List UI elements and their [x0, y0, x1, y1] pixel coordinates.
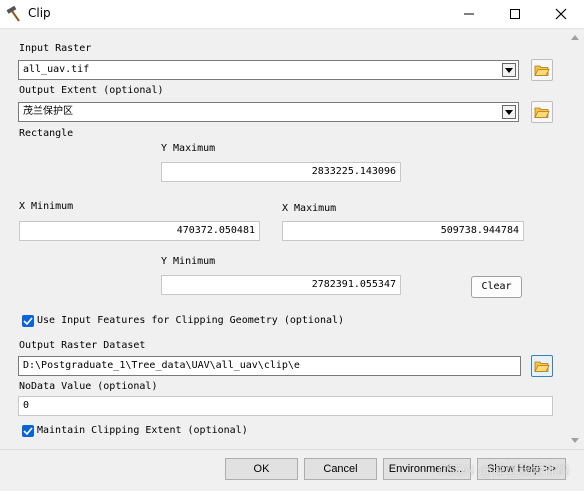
y-min-value: 2782391.055347	[311, 279, 396, 290]
folder-open-icon	[534, 361, 550, 372]
maintain-extent-label[interactable]: Maintain Clipping Extent (optional)	[37, 425, 248, 436]
use-input-features-label[interactable]: Use Input Features for Clipping Geometry…	[37, 315, 344, 326]
hammer-icon	[5, 5, 23, 23]
y-min-label: Y Minimum	[161, 256, 216, 267]
x-min-label: X Minimum	[19, 201, 74, 212]
vertical-scrollbar[interactable]	[566, 29, 584, 449]
output-extent-browse-button[interactable]	[531, 101, 553, 123]
output-extent-value: 茂兰保护区	[23, 106, 73, 117]
cancel-button[interactable]: Cancel	[304, 458, 377, 480]
title-bar: Clip	[0, 0, 584, 29]
chevron-down-icon[interactable]	[502, 105, 516, 119]
nodata-value: 0	[23, 400, 30, 411]
close-button[interactable]	[538, 0, 584, 28]
folder-open-icon	[534, 65, 550, 76]
y-max-field[interactable]: 2833225.143096	[161, 162, 401, 182]
x-max-value: 509738.944784	[440, 225, 519, 236]
output-extent-label: Output Extent (optional)	[19, 85, 164, 96]
y-max-value: 2833225.143096	[311, 166, 396, 177]
rectangle-label: Rectangle	[19, 128, 74, 139]
dialog-content: Input Raster all_uav.tif Output Extent (…	[0, 29, 584, 449]
output-raster-field[interactable]: D:\Postgraduate_1\Tree_data\UAV\all_uav\…	[18, 356, 521, 376]
window-title: Clip	[28, 6, 51, 20]
input-raster-label: Input Raster	[19, 43, 92, 54]
minimize-button[interactable]	[446, 0, 492, 28]
input-raster-value: all_uav.tif	[23, 64, 90, 75]
scroll-up-icon	[571, 35, 579, 40]
use-input-features-checkbox[interactable]	[22, 315, 34, 327]
x-max-field[interactable]: 509738.944784	[282, 221, 524, 241]
show-help-button[interactable]: Show Help >>	[477, 458, 566, 480]
y-min-field[interactable]: 2782391.055347	[161, 275, 401, 295]
input-raster-browse-button[interactable]	[531, 59, 553, 81]
chevron-down-icon[interactable]	[502, 63, 516, 77]
x-max-label: X Maximum	[282, 203, 337, 214]
maintain-extent-checkbox[interactable]	[22, 425, 34, 437]
ok-button[interactable]: OK	[225, 458, 298, 480]
checkmark-icon	[23, 317, 33, 325]
nodata-label: NoData Value (optional)	[19, 381, 158, 392]
maximize-button[interactable]	[492, 0, 538, 28]
dialog-footer: OK Cancel Environments... Show Help >> C…	[0, 449, 584, 491]
nodata-field[interactable]: 0	[18, 396, 553, 416]
clear-button[interactable]: Clear	[471, 276, 522, 298]
folder-open-icon	[534, 107, 550, 118]
checkmark-icon	[23, 427, 33, 435]
x-min-value: 470372.050481	[176, 225, 255, 236]
output-raster-label: Output Raster Dataset	[19, 340, 146, 351]
y-max-label: Y Maximum	[161, 143, 216, 154]
output-raster-browse-button[interactable]	[531, 355, 553, 377]
close-icon	[555, 8, 567, 20]
scroll-down-icon	[571, 438, 579, 443]
output-raster-value: D:\Postgraduate_1\Tree_data\UAV\all_uav\…	[23, 360, 300, 371]
environments-button[interactable]: Environments...	[383, 458, 471, 480]
x-min-field[interactable]: 470372.050481	[19, 221, 260, 241]
input-raster-combo[interactable]: all_uav.tif	[18, 60, 519, 80]
output-extent-combo[interactable]: 茂兰保护区	[18, 102, 519, 122]
